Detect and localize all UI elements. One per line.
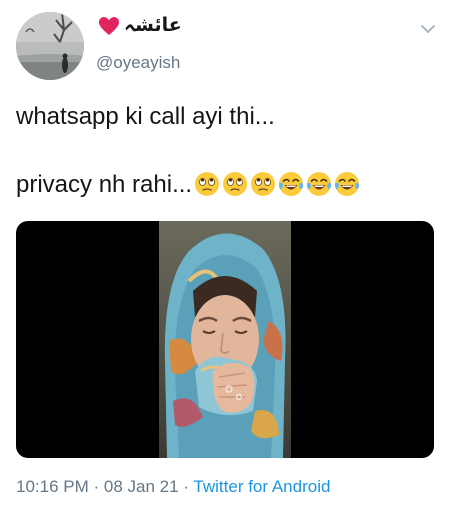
tweet: عائشہ @oyeayish whatsapp ki call ayi thi… [0,0,450,512]
chevron-down-icon[interactable] [420,22,436,34]
separator: · [93,477,100,496]
user-handle[interactable]: @oyeayish [96,52,180,74]
video-player[interactable] [16,221,434,458]
tweet-time[interactable]: 10:16 PM [16,477,89,496]
display-name-text: عائشہ [124,15,182,36]
tweet-date[interactable]: 08 Jan 21 [104,477,179,496]
tears-of-joy-face-icon [334,171,360,197]
display-name[interactable]: عائشہ [98,14,182,38]
tweet-text: whatsapp ki call ayi thi... privacy nh r… [16,100,436,202]
eye-roll-face-icon [222,171,248,197]
tweet-text-line-2: privacy nh rahi... [16,168,436,202]
tears-of-joy-face-icon [306,171,332,197]
video-thumbnail [159,221,291,458]
eye-roll-face-icon [194,171,220,197]
tears-of-joy-face-icon [278,171,304,197]
avatar[interactable] [16,12,84,80]
separator: · [183,477,189,496]
heart-icon [98,16,120,36]
tweet-source-link[interactable]: Twitter for Android [193,477,330,496]
eye-roll-face-icon [250,171,276,197]
tweet-text-line-2-text: privacy nh rahi... [16,171,193,198]
tweet-text-line-1: whatsapp ki call ayi thi... [16,103,275,130]
tweet-metadata: 10:16 PM · 08 Jan 21 · Twitter for Andro… [16,476,330,498]
